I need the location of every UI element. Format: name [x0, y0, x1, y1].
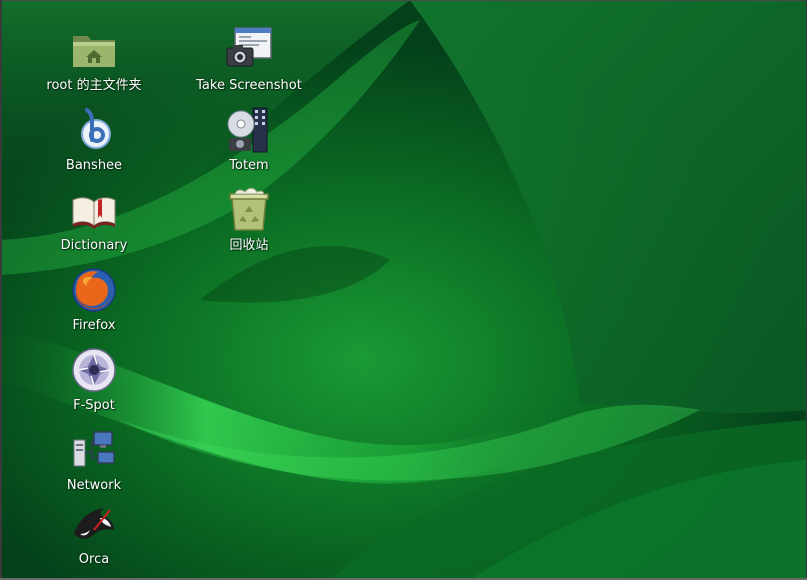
- home-folder-icon: [70, 26, 118, 74]
- window-frame-top: [0, 0, 807, 1]
- desktop-icon-dictionary[interactable]: Dictionary: [29, 186, 159, 262]
- orca-icon: [70, 500, 118, 548]
- totem-icon: [225, 106, 273, 154]
- window-frame-left: [0, 0, 2, 580]
- desktop-icon-label: Dictionary: [60, 238, 128, 253]
- desktop-icon-fspot[interactable]: F-Spot: [29, 346, 159, 422]
- desktop-icon-label: 回收站: [229, 238, 269, 253]
- desktop-icon-totem[interactable]: Totem: [184, 106, 314, 182]
- desktop-icon-label: F-Spot: [73, 398, 115, 413]
- desktop-icon-label: Banshee: [65, 158, 123, 173]
- network-icon: [70, 426, 118, 474]
- firefox-icon: [70, 266, 118, 314]
- desktop-icon-label: Totem: [229, 158, 269, 173]
- banshee-icon: [70, 106, 118, 154]
- desktop-icon-label: root 的主文件夹: [46, 78, 142, 93]
- desktop-icon-label: Network: [66, 478, 122, 493]
- desktop-icon-banshee[interactable]: Banshee: [29, 106, 159, 182]
- desktop-icon-firefox[interactable]: Firefox: [29, 266, 159, 342]
- desktop-icon-orca[interactable]: Orca: [29, 500, 159, 576]
- desktop-icon-network[interactable]: Network: [29, 426, 159, 502]
- desktop-icon-screenshot[interactable]: Take Screenshot: [184, 26, 314, 102]
- fspot-icon: [70, 346, 118, 394]
- desktop-icon-label: Take Screenshot: [196, 78, 302, 93]
- desktop-icon-label: Firefox: [72, 318, 116, 333]
- desktop-icon-label: Orca: [78, 552, 110, 567]
- desktop[interactable]: root 的主文件夹 Banshee Dictionary Firefox F-…: [0, 0, 807, 580]
- desktop-icon-trash[interactable]: 回收站: [184, 186, 314, 262]
- desktop-icon-home[interactable]: root 的主文件夹: [29, 26, 159, 102]
- screenshot-icon: [225, 26, 273, 74]
- trash-icon: [225, 186, 273, 234]
- dictionary-icon: [70, 186, 118, 234]
